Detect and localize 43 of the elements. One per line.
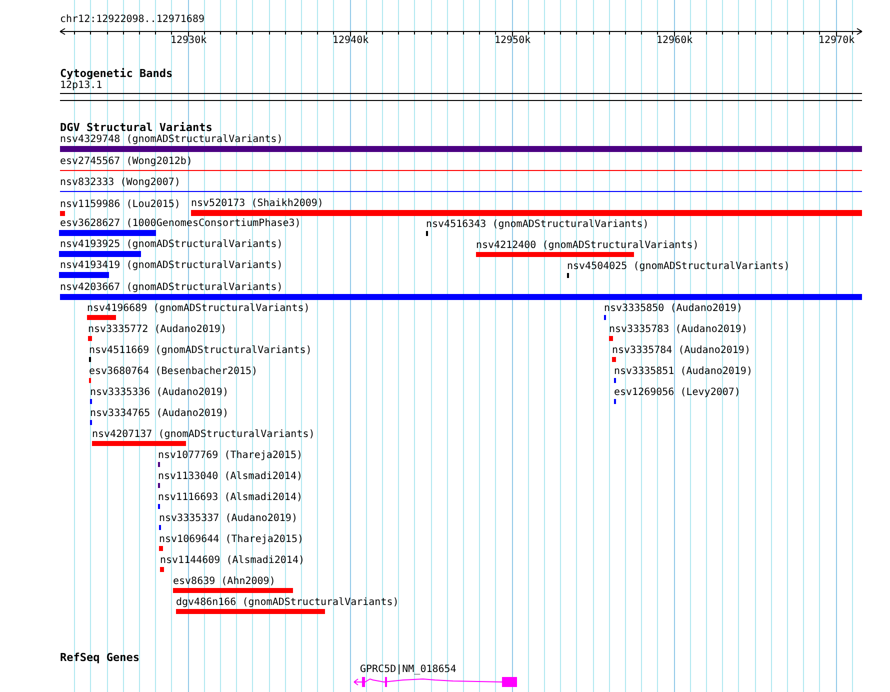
variant-label: nsv3335336 (Audano2019): [90, 387, 228, 399]
track-title: RefSeq Genes: [60, 651, 140, 664]
variant-label: nsv3334765 (Audano2019): [90, 408, 228, 420]
variant-label: esv3680764 (Besenbacher2015): [89, 366, 258, 378]
ruler-tick-label: 12970k: [818, 35, 855, 47]
variant-label: nsv4207137 (gnomADStructuralVariants): [92, 429, 315, 441]
variant-label: nsv3335783 (Audano2019): [609, 324, 748, 336]
ruler-tick-label: 12940k: [332, 35, 369, 47]
variant-label: nsv4212400 (gnomADStructuralVariants): [476, 240, 699, 252]
variant-label: esv1269056 (Levy2007): [614, 387, 740, 399]
variant-label: nsv3335772 (Audano2019): [88, 324, 226, 336]
gene-label: GPRC5D|NM_018654: [360, 664, 456, 676]
location-label: chr12:12922098..12971689: [60, 14, 204, 26]
variant-label: nsv1069644 (Thareja2015): [159, 534, 304, 546]
variant-label: nsv1077769 (Thareja2015): [158, 450, 302, 462]
variant-label: nsv4193419 (gnomADStructuralVariants): [60, 260, 283, 272]
variant-label: esv3628627 (1000GenomesConsortiumPhase3): [60, 218, 301, 230]
variant-label: nsv832333 (Wong2007): [60, 177, 180, 189]
variant-label: nsv1133040 (Alsmadi2014): [158, 471, 302, 483]
variant-label: nsv3335784 (Audano2019): [612, 345, 750, 357]
variant-label: esv8639 (Ahn2009): [173, 576, 276, 588]
variant-label: nsv1116693 (Alsmadi2014): [158, 492, 302, 504]
variant-label: nsv4193925 (gnomADStructuralVariants): [60, 239, 283, 251]
variant-label: esv2745567 (Wong2012b): [60, 156, 192, 168]
variant-label: nsv1159986 (Lou2015): [60, 199, 180, 211]
variant-label: dgv486n166 (gnomADStructuralVariants): [176, 597, 399, 609]
band-label: 12p13.1: [60, 80, 102, 92]
variant-label: nsv3335850 (Audano2019): [604, 303, 742, 315]
track-title: DGV Structural Variants: [60, 121, 212, 134]
ruler-tick-label: 12950k: [494, 35, 531, 47]
variant-label: nsv4196689 (gnomADStructuralVariants): [87, 303, 310, 315]
variant-label: nsv4329748 (gnomADStructuralVariants): [60, 134, 283, 146]
variant-label: nsv3335337 (Audano2019): [159, 513, 298, 525]
variant-label: nsv4516343 (gnomADStructuralVariants): [426, 219, 649, 231]
variant-label: nsv4511669 (gnomADStructuralVariants): [89, 345, 312, 357]
variant-label: nsv520173 (Shaikh2009): [191, 198, 324, 210]
track-title: Cytogenetic Bands: [60, 67, 173, 80]
variant-label: nsv1144609 (Alsmadi2014): [160, 555, 304, 567]
variant-label: nsv3335851 (Audano2019): [614, 366, 752, 378]
ruler-tick-label: 12960k: [656, 35, 693, 47]
variant-label: nsv4203667 (gnomADStructuralVariants): [60, 282, 283, 294]
ruler-tick-label: 12930k: [170, 35, 207, 47]
variant-label: nsv4504025 (gnomADStructuralVariants): [567, 261, 790, 273]
